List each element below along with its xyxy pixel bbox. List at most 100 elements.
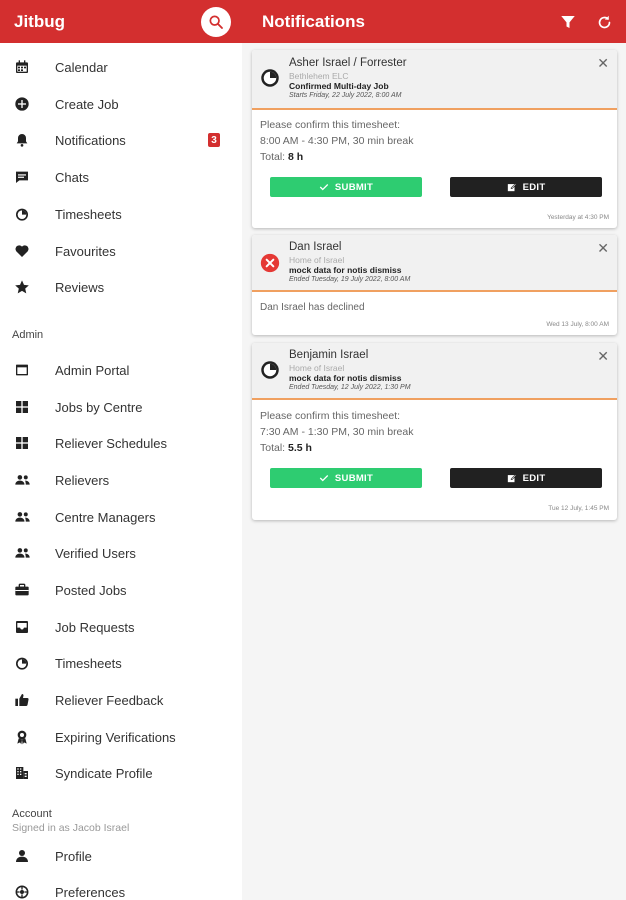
sidebar-item-calendar[interactable]: Calendar [0, 49, 242, 85]
sidebar-item-label: Chats [55, 169, 89, 185]
grid-icon [13, 398, 31, 416]
card-timestamp: Yesterday at 4:30 PM [547, 214, 609, 221]
timer-icon [260, 360, 280, 380]
bell-icon [13, 131, 31, 149]
sidebar-item-label: Preferences [55, 884, 126, 900]
edit-label: EDIT [522, 472, 546, 484]
calendar-icon [13, 58, 31, 76]
card-headline: mock data for notis dismiss [289, 373, 402, 383]
portal-icon [13, 361, 31, 379]
signed-in-text: Signed in as Jacob Israel [12, 822, 130, 834]
sidebar-item-syndicate-profile[interactable]: Syndicate Profile [0, 755, 242, 791]
sidebar-item-label: Calendar [55, 59, 108, 75]
sidebar-item-verified-users[interactable]: Verified Users [0, 535, 242, 571]
card-place: Bethlehem ELC [289, 71, 349, 81]
search-icon [209, 15, 223, 29]
card-message: Please confirm this timesheet: [260, 410, 401, 422]
card-message: Please confirm this timesheet: [260, 119, 401, 131]
dismiss-button[interactable]: ✕ [597, 56, 609, 70]
thumbs-up-icon [13, 691, 31, 709]
sidebar-item-label: Verified Users [55, 545, 136, 561]
sidebar-item-centre-managers[interactable]: Centre Managers [0, 499, 242, 535]
timer-icon [13, 205, 31, 223]
sidebar-item-expiring-verifications[interactable]: Expiring Verifications [0, 719, 242, 755]
submit-label: SUBMIT [334, 472, 374, 484]
check-icon [319, 182, 329, 192]
submit-button[interactable]: SUBMIT [270, 468, 422, 488]
card-body: Dan Israel has declined Wed 13 July, 8:0… [252, 292, 617, 335]
submit-label: SUBMIT [334, 181, 374, 193]
sidebar-item-reliever-schedules[interactable]: Reliever Schedules [0, 425, 242, 461]
notification-count-badge: 3 [208, 133, 220, 147]
sidebar-item-create-job[interactable]: Create Job [0, 86, 242, 122]
people-icon [13, 471, 31, 489]
sidebar-item-label: Centre Managers [55, 509, 156, 525]
card-timestamp: Tue 12 July, 1:45 PM [548, 505, 609, 512]
sidebar-item-label: Notifications [55, 132, 126, 148]
edit-button[interactable]: EDIT [450, 468, 602, 488]
inbox-icon [13, 618, 31, 636]
card-total: Total: 5.5 h [260, 442, 312, 454]
filter-button[interactable] [558, 12, 578, 32]
sidebar-item-jobs-by-centre[interactable]: Jobs by Centre [0, 389, 242, 425]
refresh-button[interactable] [594, 12, 614, 32]
card-place: Home of Israel [289, 363, 345, 373]
sidebar-item-admin-timesheets[interactable]: Timesheets [0, 645, 242, 681]
sidebar-item-label: Reviews [55, 279, 105, 295]
grid-icon [13, 434, 31, 452]
sidebar-item-label: Job Requests [55, 619, 135, 635]
briefcase-icon [13, 581, 31, 599]
card-date: Starts Friday, 22 July 2022, 8:00 AM [289, 92, 402, 99]
card-hours: 8:00 AM - 4:30 PM, 30 min break [260, 135, 414, 147]
sidebar-item-favourites[interactable]: Favourites [0, 233, 242, 269]
sidebar-item-relievers[interactable]: Relievers [0, 462, 242, 498]
app-title: Jitbug [14, 11, 65, 31]
submit-button[interactable]: SUBMIT [270, 177, 422, 197]
edit-button[interactable]: EDIT [450, 177, 602, 197]
edit-icon [507, 182, 517, 192]
sidebar-item-profile[interactable]: Profile [0, 838, 242, 874]
card-place: Home of Israel [289, 255, 345, 265]
sidebar-item-admin-portal[interactable]: Admin Portal [0, 352, 242, 388]
sidebar-item-label: Jobs by Centre [55, 399, 143, 415]
building-icon [13, 764, 31, 782]
timer-icon [13, 654, 31, 672]
sidebar-item-chats[interactable]: Chats [0, 159, 242, 195]
sidebar-item-label: Profile [55, 848, 92, 864]
sidebar-item-label: Timesheets [55, 206, 122, 222]
sidebar-item-label: Posted Jobs [55, 582, 127, 598]
sidebar-item-preferences[interactable]: Preferences [0, 874, 242, 900]
card-date: Ended Tuesday, 19 July 2022, 8:00 AM [289, 276, 411, 283]
sidebar-item-label: Reliever Feedback [55, 692, 164, 708]
card-headline: mock data for notis dismiss [289, 265, 402, 275]
sidebar-item-reviews[interactable]: Reviews [0, 269, 242, 305]
dismiss-button[interactable]: ✕ [597, 241, 609, 255]
timer-icon [260, 68, 280, 88]
header-bar: Notifications [242, 0, 626, 43]
person-icon [13, 847, 31, 865]
sidebar-item-notifications[interactable]: Notifications 3 [0, 122, 242, 158]
notification-card[interactable]: Dan Israel Home of Israel mock data for … [252, 235, 617, 335]
sidebar-item-label: Timesheets [55, 655, 122, 671]
card-date: Ended Tuesday, 12 July 2022, 1:30 PM [289, 384, 411, 391]
card-header: Dan Israel Home of Israel mock data for … [252, 235, 617, 292]
card-headline: Confirmed Multi-day Job [289, 81, 389, 91]
search-button[interactable] [201, 7, 231, 37]
sidebar-item-timesheets[interactable]: Timesheets [0, 196, 242, 232]
sidebar-item-job-requests[interactable]: Job Requests [0, 609, 242, 645]
star-icon [13, 278, 31, 296]
people-icon [13, 544, 31, 562]
notification-card[interactable]: Asher Israel / Forrester Bethlehem ELC C… [252, 50, 617, 228]
card-body: Please confirm this timesheet: 8:00 AM -… [252, 110, 617, 228]
award-icon [13, 728, 31, 746]
admin-section-label: Admin [12, 329, 44, 341]
heart-icon [13, 242, 31, 260]
total-label: Total: [260, 442, 286, 454]
sidebar-item-reliever-feedback[interactable]: Reliever Feedback [0, 682, 242, 718]
app-bar: Jitbug [0, 0, 242, 43]
card-title: Benjamin Israel [289, 349, 369, 361]
notification-card[interactable]: Benjamin Israel Home of Israel mock data… [252, 343, 617, 520]
sidebar-item-posted-jobs[interactable]: Posted Jobs [0, 572, 242, 608]
dismiss-button[interactable]: ✕ [597, 349, 609, 363]
total-label: Total: [260, 151, 286, 163]
